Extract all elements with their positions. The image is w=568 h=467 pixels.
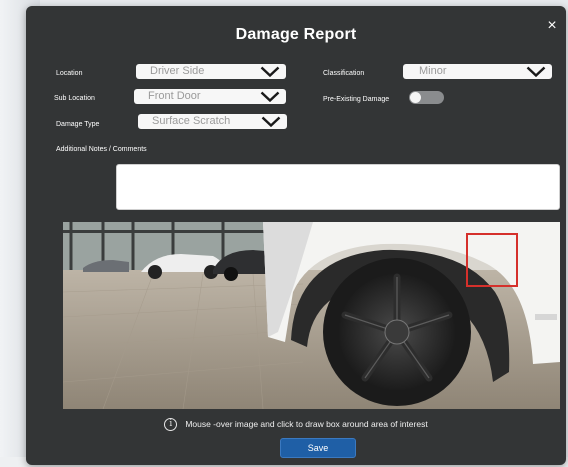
chevron-down-icon: [261, 116, 281, 127]
chevron-down-icon: [526, 66, 546, 77]
damage-type-label: Damage Type: [56, 121, 100, 128]
pre-existing-damage-label: Pre-Existing Damage: [323, 96, 390, 103]
info-icon: i: [164, 417, 178, 431]
vehicle-photo-canvas[interactable]: [63, 222, 560, 409]
image-hint-text: Mouse -over image and click to draw box …: [185, 419, 428, 429]
sub-location-value: Front Door: [148, 90, 201, 102]
notes-textarea[interactable]: [116, 164, 560, 210]
notes-label: Additional Notes / Comments: [56, 146, 147, 153]
location-value: Driver Side: [150, 65, 205, 77]
classification-label: Classification: [323, 70, 365, 77]
image-hint: i Mouse -over image and click to draw bo…: [26, 416, 566, 432]
toggle-knob: [410, 92, 421, 103]
dialog-title: Damage Report: [235, 26, 357, 43]
sub-location-label: Sub Location: [54, 95, 95, 102]
vehicle-photo[interactable]: [63, 222, 560, 409]
location-select[interactable]: Driver Side: [136, 64, 286, 79]
damage-type-value: Surface Scratch: [152, 115, 231, 127]
classification-value: Minor: [419, 65, 447, 77]
damage-type-select[interactable]: Surface Scratch: [138, 114, 287, 129]
close-icon[interactable]: ×: [544, 18, 560, 34]
chevron-down-icon: [260, 66, 280, 77]
sub-location-select[interactable]: Front Door: [134, 89, 286, 104]
location-label: Location: [56, 70, 83, 77]
save-button[interactable]: Save: [280, 438, 356, 458]
pre-existing-damage-toggle[interactable]: [409, 91, 444, 104]
classification-select[interactable]: Minor: [403, 64, 552, 79]
chevron-down-icon: [260, 91, 280, 102]
damage-report-dialog: Damage Report × Location Driver Side Sub…: [26, 6, 566, 465]
